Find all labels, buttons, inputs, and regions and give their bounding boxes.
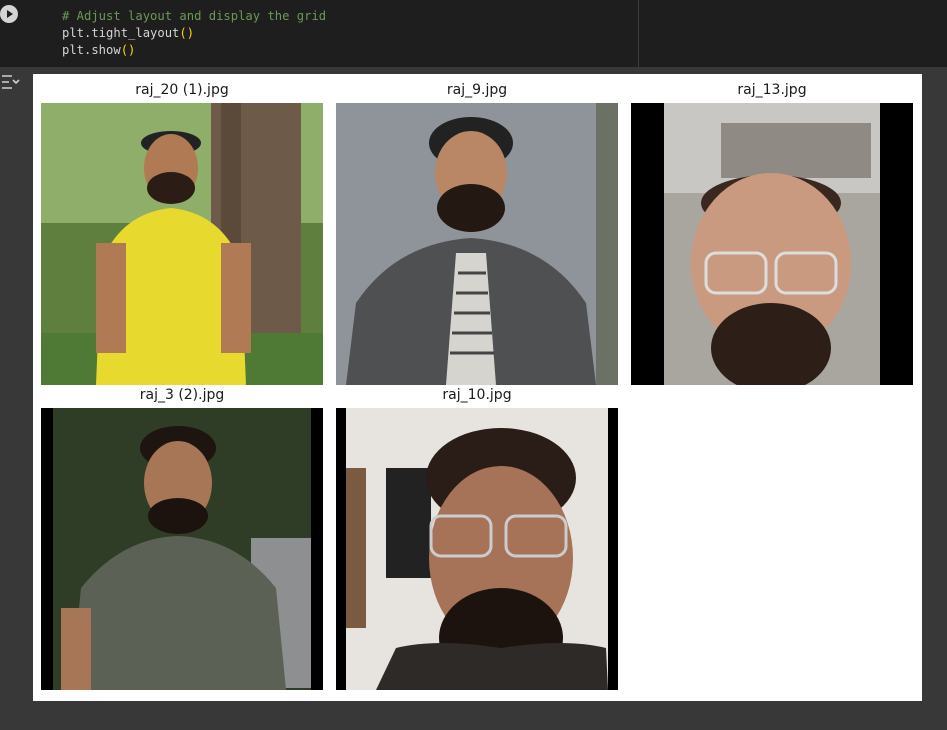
code-line-show: plt.show() bbox=[62, 43, 135, 57]
tile-title: raj_3 (2).jpg bbox=[139, 387, 225, 403]
code-call-name: plt.tight_layout bbox=[62, 26, 180, 40]
tile-title: raj_20 (1).jpg bbox=[135, 82, 229, 98]
code-call-name: plt.show bbox=[62, 43, 121, 57]
cell-divider bbox=[638, 0, 639, 67]
image-tile bbox=[336, 103, 618, 385]
code-comment: # Adjust layout and display the grid bbox=[62, 9, 327, 23]
matplotlib-figure: raj_20 (1).jpg raj_9.jpg raj_13.jpg raj_… bbox=[33, 74, 922, 701]
code-line-tight-layout: plt.tight_layout() bbox=[62, 26, 194, 40]
image-tile bbox=[41, 103, 323, 385]
image-tile bbox=[41, 408, 323, 690]
code-paren: () bbox=[120, 43, 136, 57]
code-paren: () bbox=[179, 26, 195, 40]
output-footer bbox=[0, 701, 947, 730]
run-cell-icon[interactable] bbox=[0, 5, 18, 23]
image-tile bbox=[336, 408, 618, 690]
code-editor[interactable]: # Adjust layout and display the grid plt… bbox=[62, 8, 326, 59]
tile-title: raj_13.jpg bbox=[737, 82, 807, 98]
tile-title: raj_10.jpg bbox=[442, 387, 512, 403]
code-cell[interactable]: # Adjust layout and display the grid plt… bbox=[0, 0, 947, 67]
tile-title: raj_9.jpg bbox=[446, 82, 508, 98]
image-tile bbox=[631, 103, 913, 385]
output-toggle-icon[interactable] bbox=[0, 72, 20, 92]
